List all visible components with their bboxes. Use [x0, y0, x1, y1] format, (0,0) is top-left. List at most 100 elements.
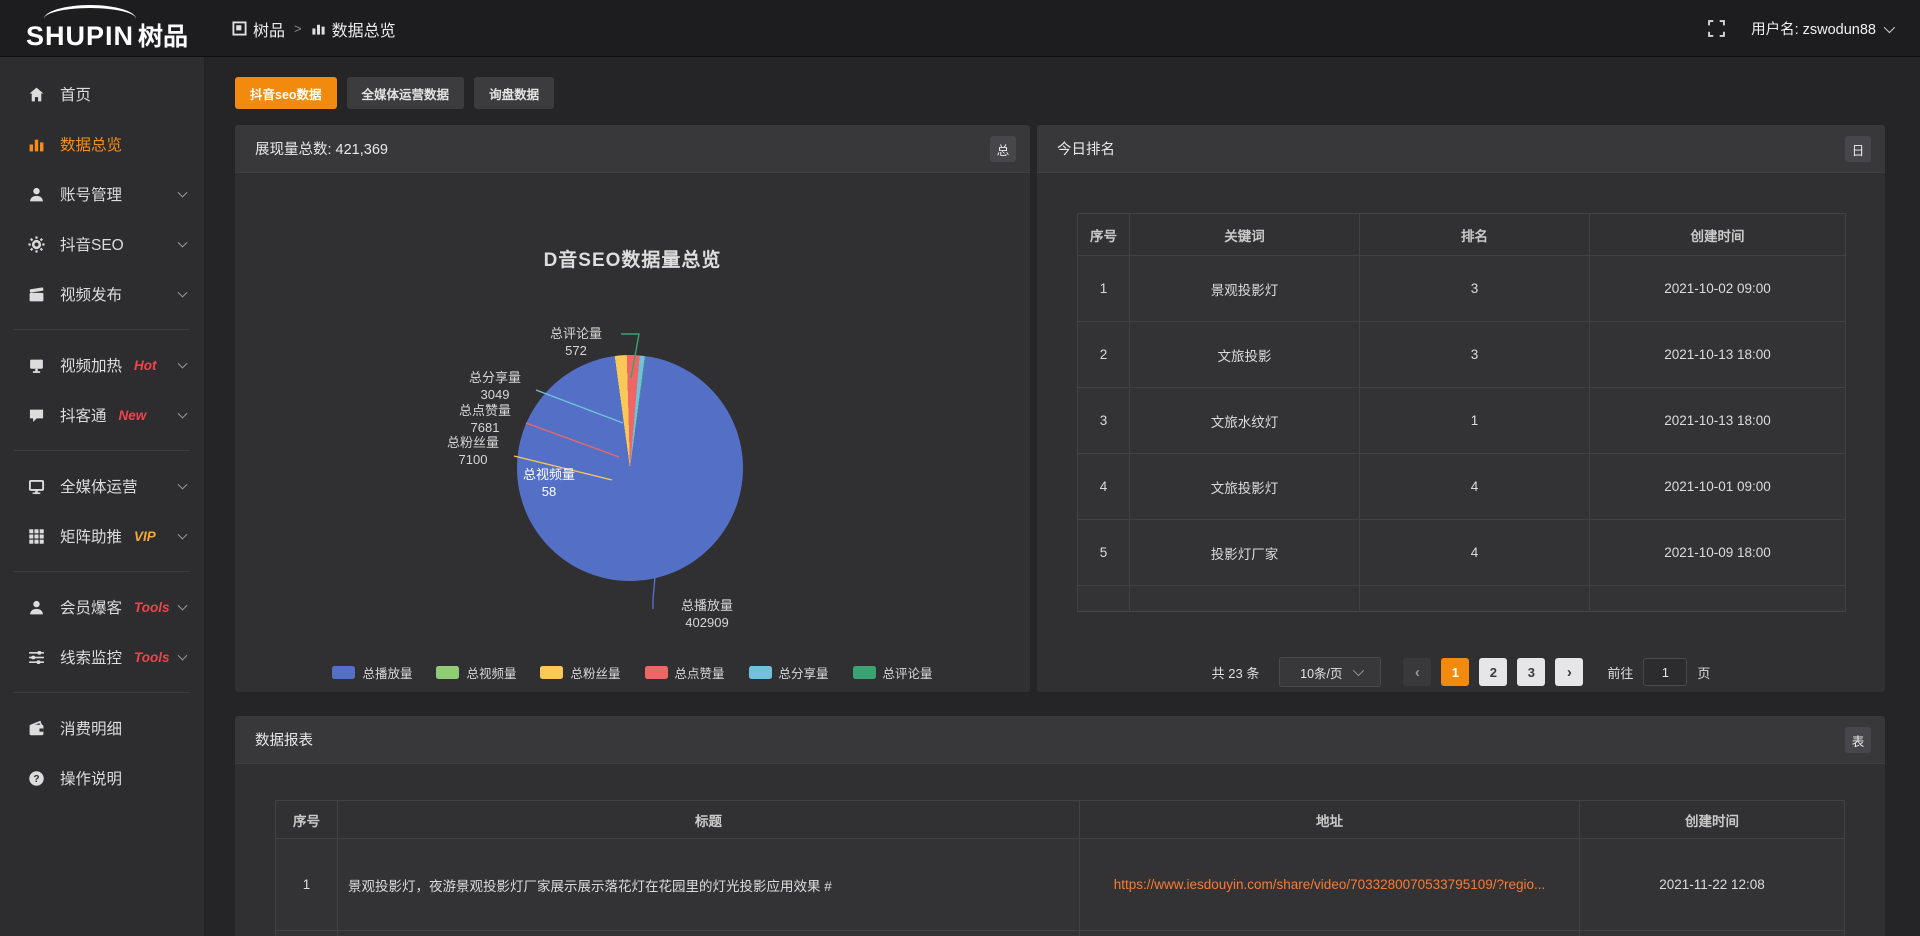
sidebar-item-6[interactable]: 抖客通New [0, 390, 204, 440]
goto-suffix: 页 [1697, 663, 1710, 682]
leader-line [653, 577, 655, 609]
legend-swatch [645, 666, 668, 679]
legend-item-2[interactable]: 总粉丝量 [540, 663, 620, 682]
tab-1[interactable]: 全媒体运营数据 [347, 77, 465, 109]
legend-item-1[interactable]: 总视频量 [436, 663, 516, 682]
sidebar-item-label: 抖客通 [60, 404, 107, 426]
sidebar-item-badge: VIP [134, 529, 156, 544]
report-cell-url: https://www.iesdouyin.com/share/video/70… [1080, 839, 1580, 931]
video-link[interactable]: https://www.iesdouyin.com/share/video/70… [1114, 877, 1546, 892]
page-button-3[interactable]: 3 [1517, 658, 1545, 686]
rank-cell: 4 [1078, 454, 1130, 520]
sidebar-item-9[interactable]: 会员爆客Tools [0, 582, 204, 632]
wallet-icon [28, 720, 45, 737]
legend-label: 总粉丝量 [570, 663, 620, 682]
report-cell-empty [1580, 931, 1845, 936]
fullscreen-icon[interactable] [1708, 20, 1725, 37]
legend-label: 总评论量 [883, 663, 933, 682]
chevron-down-icon [178, 601, 188, 611]
next-page-button[interactable]: › [1555, 658, 1583, 686]
goto-page-input[interactable] [1643, 658, 1687, 686]
chevron-down-icon [178, 530, 188, 540]
user-menu[interactable]: 用户名: zswodun88 [1751, 18, 1892, 39]
pie-chart: D音SEO数据量总览 总播放量402909总视频量58总粉丝量7100总点赞量7… [235, 173, 1030, 691]
grid-icon [28, 528, 45, 545]
sidebar-item-8[interactable]: 矩阵助推VIP [0, 511, 204, 561]
report-col-header: 序号 [276, 801, 338, 839]
table-toggle-button[interactable]: 表 [1845, 727, 1871, 753]
user-icon [28, 186, 45, 203]
page-size-select[interactable]: 10条/页 [1279, 657, 1381, 687]
rank-cell: 2021-10-09 18:00 [1590, 520, 1846, 586]
legend-swatch [540, 666, 563, 679]
pie-label-name: 总粉丝量 [447, 434, 499, 451]
sidebar-item-12[interactable]: ?操作说明 [0, 753, 204, 803]
bar-chart-icon [28, 136, 45, 153]
legend-label: 总点赞量 [675, 663, 725, 682]
rank-panel-header: 今日排名 日 [1037, 125, 1885, 173]
sidebar-item-5[interactable]: 视频加热Hot [0, 340, 204, 390]
sidebar-item-2[interactable]: 账号管理 [0, 169, 204, 219]
page-button-1[interactable]: 1 [1441, 658, 1469, 686]
legend-item-0[interactable]: 总播放量 [332, 663, 412, 682]
table-row-partial [1078, 586, 1846, 612]
legend-swatch [332, 666, 355, 679]
breadcrumb-current[interactable]: 数据总览 [311, 17, 396, 41]
overview-total-label: 展现量总数: 421,369 [255, 138, 388, 159]
tab-0[interactable]: 抖音seo数据 [235, 77, 337, 109]
legend-item-5[interactable]: 总评论量 [853, 663, 933, 682]
rank-cell: 4 [1360, 520, 1590, 586]
sidebar-item-11[interactable]: 消费明细 [0, 703, 204, 753]
report-col-header: 标题 [338, 801, 1080, 839]
app-logo: SHUPIN树品 [26, 7, 201, 51]
table-row: 3文旅水纹灯12021-10-13 18:00 [1078, 388, 1846, 454]
rank-col-header: 排名 [1360, 214, 1590, 256]
pagination: 共 23 条10条/页‹123›前往页 [1037, 657, 1885, 687]
page-button-2[interactable]: 2 [1479, 658, 1507, 686]
video-publish-icon [28, 286, 45, 303]
chevron-down-icon [178, 480, 188, 490]
sidebar-divider [14, 329, 190, 330]
chevron-down-icon [178, 409, 188, 419]
goto-label: 前往 [1607, 663, 1633, 682]
report-table: 序号标题地址创建时间1景观投影灯，夜游景观投影灯厂家展示展示落花灯在花园里的灯光… [275, 800, 1845, 936]
pie-label-value: 572 [550, 342, 602, 359]
breadcrumb-root[interactable]: 树品 [232, 17, 285, 41]
rank-cell-empty [1078, 586, 1130, 612]
legend-item-4[interactable]: 总分享量 [749, 663, 829, 682]
sidebar-item-1[interactable]: 数据总览 [0, 119, 204, 169]
user-label: 用户名: zswodun88 [1751, 18, 1876, 39]
home-icon [28, 86, 45, 103]
breadcrumb-current-label: 数据总览 [332, 17, 396, 41]
prev-page-button[interactable]: ‹ [1403, 658, 1431, 686]
svg-text:?: ? [33, 774, 39, 785]
rank-cell: 文旅水纹灯 [1130, 388, 1360, 454]
table-row: 5投影灯厂家42021-10-09 18:00 [1078, 520, 1846, 586]
sidebar-item-4[interactable]: 视频发布 [0, 269, 204, 319]
day-toggle-button[interactable]: 日 [1845, 136, 1871, 162]
rank-cell: 投影灯厂家 [1130, 520, 1360, 586]
rank-cell: 3 [1360, 322, 1590, 388]
report-cell-title: 景观投影灯，夜游景观投影灯厂家展示展示落花灯在花园里的灯光投影应用效果 # [338, 839, 1080, 931]
rank-table-header-row: 序号关键词排名创建时间 [1078, 214, 1846, 256]
chart-title: D音SEO数据量总览 [235, 245, 1030, 272]
sidebar-item-0[interactable]: 首页 [0, 69, 204, 119]
rank-col-header: 序号 [1078, 214, 1130, 256]
logo-text-en: SHUPIN [26, 21, 134, 51]
legend-item-3[interactable]: 总点赞量 [645, 663, 725, 682]
sidebar-item-3[interactable]: 抖音SEO [0, 219, 204, 269]
chevron-down-icon [1884, 21, 1895, 32]
tab-2[interactable]: 询盘数据 [474, 77, 554, 109]
sidebar-item-badge: Tools [134, 600, 170, 615]
sidebar-item-label: 抖音SEO [60, 233, 124, 255]
pie-label-value: 58 [523, 483, 575, 500]
report-panel-title: 数据报表 [255, 729, 313, 750]
sidebar-item-10[interactable]: 线索监控Tools [0, 632, 204, 682]
rank-cell: 文旅投影 [1130, 322, 1360, 388]
pie-label-value: 3049 [469, 386, 521, 403]
sidebar-item-7[interactable]: 全媒体运营 [0, 461, 204, 511]
sidebar-divider [14, 450, 190, 451]
total-toggle-button[interactable]: 总 [990, 136, 1016, 162]
pie-label-name: 总点赞量 [459, 402, 511, 419]
report-cell-empty [1080, 931, 1580, 936]
